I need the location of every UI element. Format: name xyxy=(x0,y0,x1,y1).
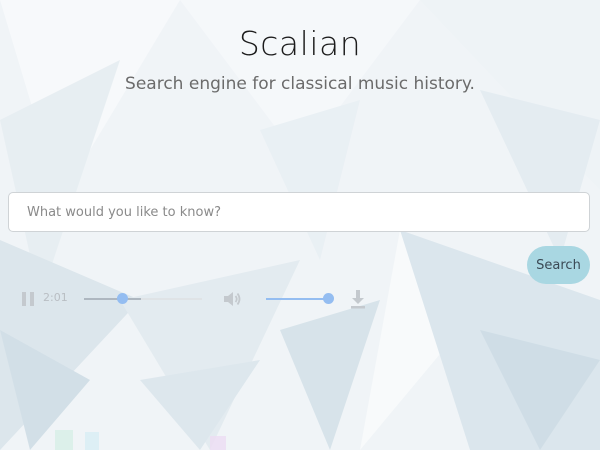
time-display: 2:01 xyxy=(43,291,68,304)
volume-slider[interactable] xyxy=(266,293,334,304)
progress-thumb[interactable] xyxy=(116,293,128,304)
page-title: Scalian xyxy=(238,24,362,63)
volume-fill xyxy=(266,298,328,300)
audio-player: 2:01 xyxy=(16,286,376,312)
progress-slider[interactable] xyxy=(84,293,202,304)
pause-icon[interactable] xyxy=(22,292,34,306)
progress-buffered xyxy=(84,298,141,300)
download-icon[interactable] xyxy=(349,289,367,309)
volume-thumb[interactable] xyxy=(323,293,334,304)
page-subtitle: Search engine for classical music histor… xyxy=(125,74,475,94)
search-button[interactable]: Search xyxy=(527,246,590,284)
volume-icon[interactable] xyxy=(222,289,242,309)
search-input[interactable] xyxy=(8,192,590,232)
